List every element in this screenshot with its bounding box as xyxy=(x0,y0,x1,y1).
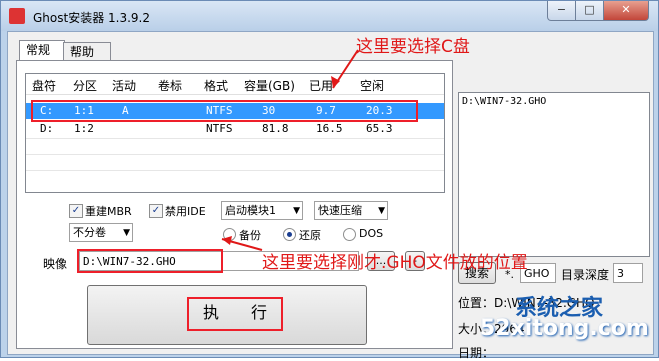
chevron-down-icon: ▼ xyxy=(378,206,385,216)
cell-used: 16.5 xyxy=(316,122,343,135)
header-drive[interactable]: 盘符 xyxy=(32,77,56,94)
cell-capacity: 81.8 xyxy=(262,122,289,135)
minimize-button[interactable]: − xyxy=(547,1,576,21)
title-bar[interactable]: Ghost安装器 1.3.9.2 − □ ✕ xyxy=(1,1,658,31)
restore-radio[interactable] xyxy=(283,228,296,241)
header-active[interactable]: 活动 xyxy=(112,77,136,94)
split-volume-select[interactable]: 不分卷 ▼ xyxy=(69,223,133,242)
header-used[interactable]: 已用 xyxy=(309,77,333,94)
table-header: 盘符 分区 活动 卷标 格式 容量(GB) 已用 空闲 xyxy=(26,74,444,95)
rebuild-mbr-label: 重建MBR xyxy=(85,205,132,218)
rebuild-mbr-checkbox[interactable]: ✓ xyxy=(69,204,83,218)
highlight-box-c-drive xyxy=(31,100,418,122)
restore-label: 还原 xyxy=(299,229,321,242)
cell-drive: D: xyxy=(40,122,54,135)
annotation-select-c: 这里要选择C盘 xyxy=(356,37,470,57)
dos-radio[interactable] xyxy=(343,228,356,241)
depth-input[interactable]: 3 xyxy=(613,263,643,283)
chevron-down-icon: ▼ xyxy=(123,228,130,238)
grid-line xyxy=(26,138,444,139)
dos-label: DOS xyxy=(359,227,384,240)
image-label: 映像 xyxy=(43,257,68,271)
header-capacity[interactable]: 容量(GB) xyxy=(244,77,295,94)
depth-label: 目录深度 xyxy=(561,268,610,282)
header-partition[interactable]: 分区 xyxy=(73,77,97,94)
cell-format: NTFS xyxy=(206,122,233,135)
header-free[interactable]: 空闲 xyxy=(360,77,384,94)
maximize-button[interactable]: □ xyxy=(575,1,604,21)
cell-free: 65.3 xyxy=(366,122,393,135)
list-item[interactable]: D:\WIN7-32.GHO xyxy=(459,93,649,110)
disable-ide-label: 禁用IDE xyxy=(165,205,206,218)
backup-radio[interactable] xyxy=(223,228,236,241)
backup-label: 备份 xyxy=(239,229,261,242)
grid-line xyxy=(26,154,444,155)
compression-select[interactable]: 快速压缩 ▼ xyxy=(314,201,388,220)
close-button[interactable]: ✕ xyxy=(603,1,649,21)
boot-module-select[interactable]: 启动模块1 ▼ xyxy=(221,201,303,220)
ghost-app-icon xyxy=(9,8,25,24)
header-volume[interactable]: 卷标 xyxy=(158,77,182,94)
disable-ide-checkbox[interactable]: ✓ xyxy=(149,204,163,218)
chevron-down-icon: ▼ xyxy=(293,206,300,216)
gho-file-list[interactable]: D:\WIN7-32.GHO xyxy=(458,92,650,257)
header-format[interactable]: 格式 xyxy=(204,77,228,94)
compression-value: 快速压缩 xyxy=(318,204,362,217)
execute-label: 执 行 xyxy=(187,297,283,331)
tab-help[interactable]: 帮助 xyxy=(63,42,111,62)
grid-line xyxy=(26,170,444,171)
tab-general[interactable]: 常规 xyxy=(19,40,65,62)
highlight-box-image xyxy=(77,249,223,273)
window-title: Ghost安装器 1.3.9.2 xyxy=(33,11,151,25)
table-row[interactable]: D: 1:2 NTFS 81.8 16.5 65.3 xyxy=(26,121,444,137)
cell-partition: 1:2 xyxy=(74,122,94,135)
general-panel: 盘符 分区 活动 卷标 格式 容量(GB) 已用 空闲 C: 1:1 A NTF… xyxy=(16,60,453,349)
split-value: 不分卷 xyxy=(73,226,106,239)
info-date: 日期： xyxy=(458,346,495,360)
partition-table[interactable]: 盘符 分区 活动 卷标 格式 容量(GB) 已用 空闲 C: 1:1 A NTF… xyxy=(25,73,445,193)
watermark-url: 52xitong.com xyxy=(480,316,649,341)
annotation-select-gho: 这里要选择刚才.GHO文件放的位置 xyxy=(262,253,528,273)
boot-module-value: 启动模块1 xyxy=(225,204,276,217)
